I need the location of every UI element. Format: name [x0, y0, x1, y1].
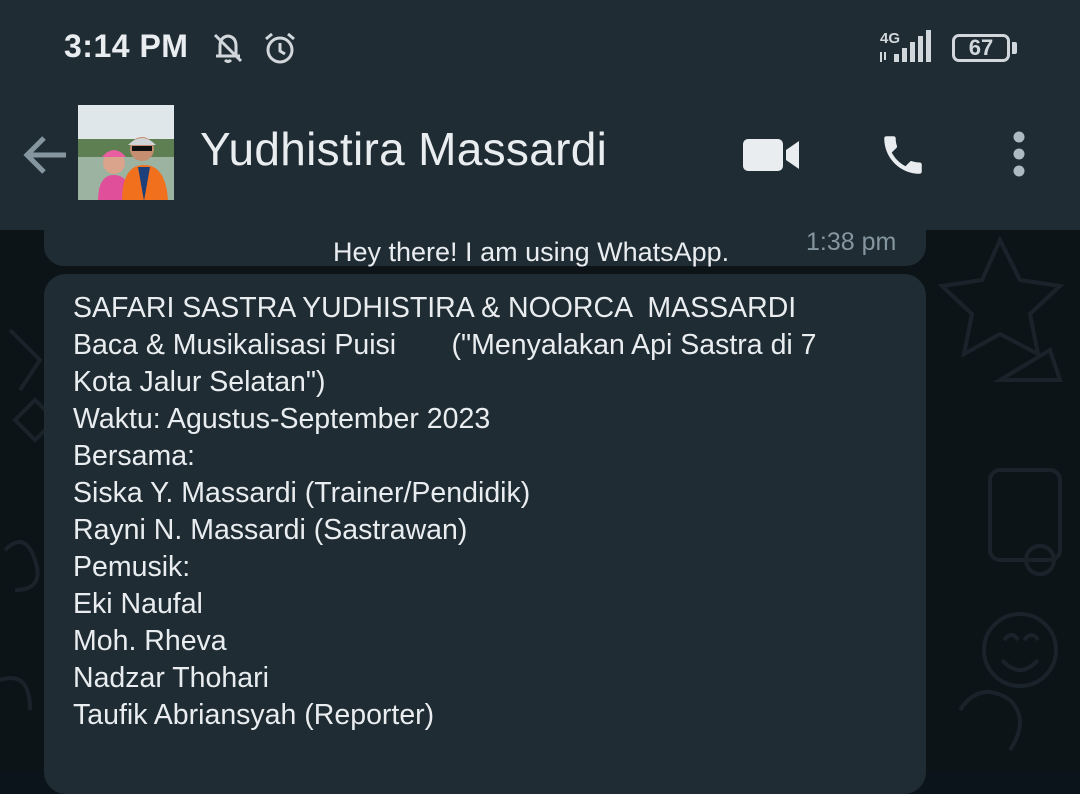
- battery-level: 67: [968, 35, 994, 60]
- message-line: Nadzar Thohari: [73, 662, 269, 694]
- battery-tip: [1012, 42, 1017, 54]
- message-line: Siska Y. Massardi (Trainer/Pendidik): [73, 477, 531, 509]
- message-line: Rayni N. Massardi (Sastrawan): [73, 514, 468, 546]
- message-line: Eki Naufal: [73, 588, 203, 620]
- message-line: Taufik Abriansyah (Reporter): [73, 699, 435, 731]
- previous-message-time: 1:38 pm: [806, 228, 897, 256]
- notifications-off-icon: [210, 30, 246, 71]
- signal-icon: [880, 30, 938, 69]
- message-line: Bersama:: [73, 440, 195, 472]
- previous-message-text: Hey there! I am using WhatsApp.: [333, 237, 730, 267]
- message-line: Waktu: Agustus-September 2023: [73, 403, 491, 435]
- status-time: 3:14 PM: [64, 28, 189, 64]
- more-options-icon[interactable]: [1008, 130, 1030, 185]
- battery-icon: 67: [952, 34, 1010, 62]
- voice-call-icon[interactable]: [878, 130, 928, 185]
- message-line: Pemusik:: [73, 551, 191, 583]
- message-line: SAFARI SASTRA YUDHISTIRA & NOORCA MASSAR…: [73, 292, 797, 324]
- alarm-icon: [262, 30, 298, 71]
- message-line: Moh. Rheva: [73, 625, 227, 657]
- contact-name[interactable]: Yudhistira Massardi: [200, 122, 607, 176]
- message-line: Baca & Musikalisasi Puisi ("Menyalakan A…: [73, 329, 817, 361]
- status-bar: 3:14 PM 4G 67: [0, 0, 1080, 92]
- back-arrow-icon[interactable]: [20, 130, 70, 180]
- video-call-icon[interactable]: [742, 135, 800, 180]
- avatar[interactable]: [78, 105, 174, 201]
- message-line: Kota Jalur Selatan"): [73, 366, 326, 398]
